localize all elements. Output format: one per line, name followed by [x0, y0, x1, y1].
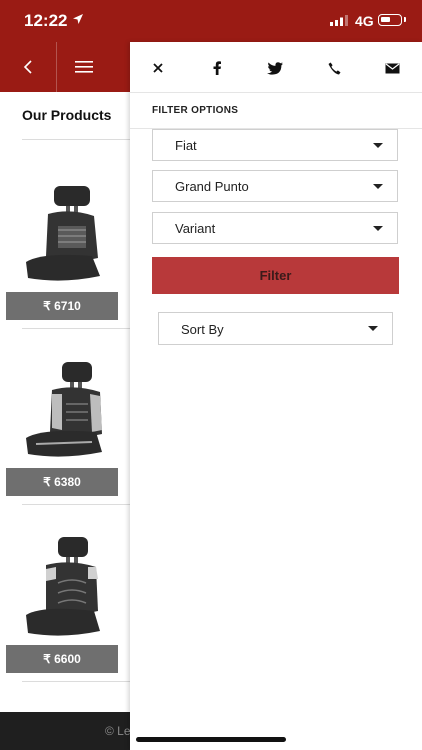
- seat-cover-image: [26, 537, 100, 636]
- phone-icon: [328, 62, 340, 74]
- product-card[interactable]: ₹ 6380: [6, 356, 118, 496]
- back-button[interactable]: [0, 42, 57, 92]
- status-time: 12:22: [24, 11, 68, 30]
- divider: [22, 139, 130, 140]
- menu-button[interactable]: [56, 42, 112, 92]
- model-select[interactable]: Grand Punto: [152, 170, 398, 202]
- product-price: ₹ 6600: [6, 645, 118, 673]
- copyright-text: © Le: [105, 724, 131, 738]
- caret-down-icon: [373, 143, 383, 148]
- home-indicator[interactable]: [136, 737, 286, 742]
- sort-by-select[interactable]: Sort By: [158, 312, 393, 345]
- products-panel: Our Products ₹ 6710 ₹ 6380 ₹ 6600: [0, 92, 130, 712]
- phone-button[interactable]: [323, 57, 345, 79]
- location-arrow-icon: [73, 14, 83, 24]
- status-bar: 12:22 4G: [0, 0, 422, 42]
- product-card[interactable]: ₹ 6710: [6, 180, 118, 320]
- make-select[interactable]: Fiat: [152, 129, 398, 161]
- divider: [22, 504, 130, 505]
- sort-by-value: Sort By: [181, 322, 224, 337]
- model-select-value: Grand Punto: [175, 179, 249, 194]
- variant-select-value: Variant: [175, 221, 216, 236]
- facebook-icon: [213, 61, 221, 75]
- caret-down-icon: [373, 184, 383, 189]
- products-title: Our Products: [22, 107, 112, 123]
- product-price: ₹ 6380: [6, 468, 118, 496]
- twitter-button[interactable]: [264, 57, 286, 79]
- filter-button[interactable]: Filter: [152, 257, 399, 294]
- chevron-left-icon: [23, 60, 32, 74]
- email-button[interactable]: [381, 57, 403, 79]
- product-price: ₹ 6710: [6, 292, 118, 320]
- twitter-icon: [267, 61, 283, 75]
- close-icon: [153, 63, 163, 73]
- close-button[interactable]: [147, 57, 169, 79]
- signal-icon: [330, 15, 348, 26]
- battery-icon: [378, 14, 406, 26]
- variant-select[interactable]: Variant: [152, 212, 398, 244]
- product-card[interactable]: ₹ 6600: [6, 533, 118, 673]
- divider: [22, 681, 130, 682]
- drawer-toolbar: [130, 42, 422, 93]
- make-select-value: Fiat: [175, 138, 197, 153]
- caret-down-icon: [373, 226, 383, 231]
- divider: [22, 328, 130, 329]
- hamburger-icon: [75, 61, 93, 73]
- filter-options-heading: FILTER OPTIONS: [152, 105, 239, 116]
- seat-cover-image: [26, 362, 102, 457]
- network-type: 4G: [355, 13, 374, 29]
- facebook-button[interactable]: [206, 57, 228, 79]
- seat-cover-image: [26, 186, 100, 281]
- caret-down-icon: [368, 326, 378, 331]
- envelope-icon: [385, 63, 399, 73]
- filter-drawer: FILTER OPTIONS Fiat Grand Punto Variant …: [130, 42, 422, 750]
